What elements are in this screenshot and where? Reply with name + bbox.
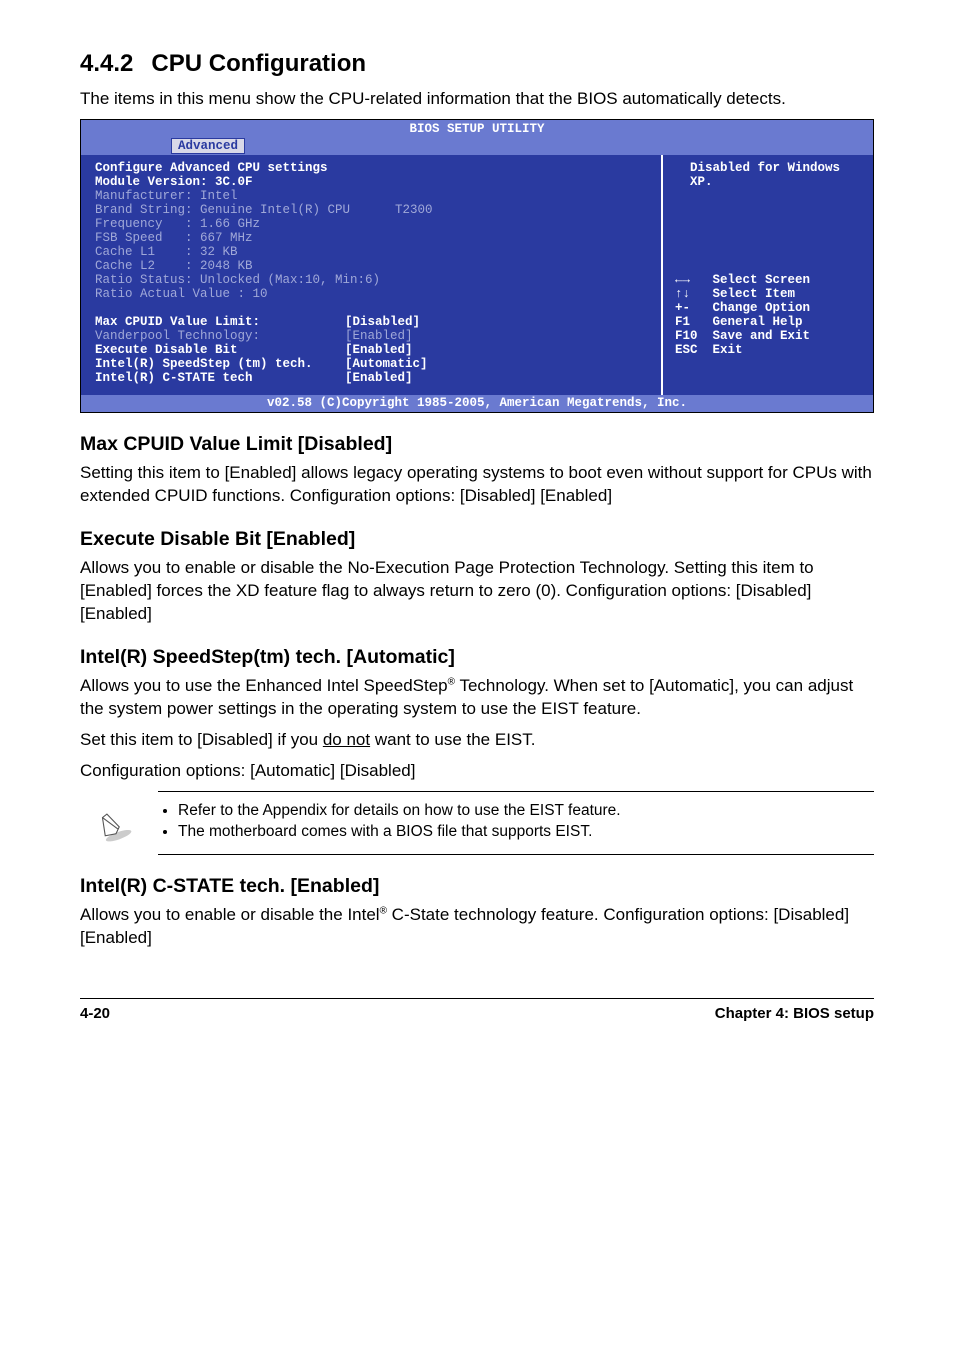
- note-list: Refer to the Appendix for details on how…: [158, 802, 621, 844]
- subsection-cpuid-title: Max CPUID Value Limit [Disabled]: [80, 433, 874, 456]
- bios-row-label: Vanderpool Technology:: [95, 329, 345, 343]
- bios-right-pane: Disabled for Windows XP. ←→ Select Scree…: [663, 155, 873, 395]
- bios-left-pane: Configure Advanced CPU settings Module V…: [81, 155, 663, 395]
- do-not-emphasis: do not: [323, 730, 370, 749]
- page-number: 4-20: [80, 1005, 110, 1022]
- bios-row-speedstep[interactable]: Intel(R) SpeedStep (tm) tech.[Automatic]: [95, 357, 651, 371]
- bios-grey-6: Ratio Status: Unlocked (Max:10, Min:6): [95, 273, 380, 287]
- bios-grey-7: Ratio Actual Value : 10: [95, 287, 268, 301]
- bios-row-label: Execute Disable Bit: [95, 343, 345, 357]
- subsection-speedstep-p3: Configuration options: [Automatic] [Disa…: [80, 760, 874, 783]
- subsection-cstate-title: Intel(R) C-STATE tech. [Enabled]: [80, 875, 874, 898]
- subsection-execute-disable-body: Allows you to enable or disable the No-E…: [80, 557, 874, 626]
- bios-row-cpuid[interactable]: Max CPUID Value Limit:[Disabled]: [95, 315, 651, 329]
- bios-row-execute-disable[interactable]: Execute Disable Bit[Enabled]: [95, 343, 651, 357]
- bios-row-cstate[interactable]: Intel(R) C-STATE tech[Enabled]: [95, 371, 651, 385]
- bios-nav-general-help: F1 General Help: [675, 315, 803, 329]
- subsection-speedstep-p2: Set this item to [Disabled] if you do no…: [80, 729, 874, 752]
- bios-nav-exit: ESC Exit: [675, 343, 743, 357]
- bios-header: BIOS SETUP UTILITY Advanced: [81, 120, 873, 156]
- bios-grey-3: FSB Speed : 667 MHz: [95, 231, 253, 245]
- bios-grey-1: Brand String: Genuine Intel(R) CPU T2300: [95, 203, 433, 217]
- page-footer: 4-20 Chapter 4: BIOS setup: [80, 998, 874, 1022]
- bios-header-title: BIOS SETUP UTILITY: [81, 122, 873, 136]
- subsection-speedstep-title: Intel(R) SpeedStep(tm) tech. [Automatic]: [80, 646, 874, 669]
- bios-row-value: [Enabled]: [345, 371, 413, 385]
- subsection-cpuid-body: Setting this item to [Enabled] allows le…: [80, 462, 874, 508]
- bios-nav-save-exit: F10 Save and Exit: [675, 329, 810, 343]
- intro-text: The items in this menu show the CPU-rela…: [80, 88, 874, 111]
- bios-footer: v02.58 (C)Copyright 1985-2005, American …: [81, 395, 873, 412]
- subsection-speedstep-p1: Allows you to use the Enhanced Intel Spe…: [80, 675, 874, 721]
- bios-grey-2: Frequency : 1.66 GHz: [95, 217, 260, 231]
- pencil-icon: [84, 805, 144, 841]
- registered-icon: ®: [448, 676, 455, 687]
- bios-row-value: [Automatic]: [345, 357, 428, 371]
- subsection-cstate-body: Allows you to enable or disable the Inte…: [80, 904, 874, 950]
- bios-nav-change-option: +- Change Option: [675, 301, 810, 315]
- note-box: Refer to the Appendix for details on how…: [158, 791, 874, 855]
- bios-row-vanderpool[interactable]: Vanderpool Technology:[Enabled]: [95, 329, 651, 343]
- bios-grey-0: Manufacturer: Intel: [95, 189, 238, 203]
- section-number: 4.4.2: [80, 50, 133, 77]
- bios-cfg-line1: Configure Advanced CPU settings: [95, 161, 328, 175]
- bios-nav-select-item: ↑↓ Select Item: [675, 287, 795, 301]
- bios-row-label: Intel(R) C-STATE tech: [95, 371, 345, 385]
- chapter-label: Chapter 4: BIOS setup: [715, 1005, 874, 1022]
- subsection-execute-disable-title: Execute Disable Bit [Enabled]: [80, 528, 874, 551]
- bios-row-value: [Enabled]: [345, 343, 413, 357]
- bios-row-label: Intel(R) SpeedStep (tm) tech.: [95, 357, 345, 371]
- bios-help-text: Disabled for Windows XP.: [675, 161, 840, 189]
- registered-icon: ®: [380, 905, 387, 916]
- bios-grey-4: Cache L1 : 32 KB: [95, 245, 238, 259]
- bios-grey-5: Cache L2 : 2048 KB: [95, 259, 253, 273]
- bios-row-label: Max CPUID Value Limit:: [95, 315, 345, 329]
- section-title-text: CPU Configuration: [151, 50, 366, 77]
- note-item-2: The motherboard comes with a BIOS file t…: [178, 823, 621, 841]
- bios-tab-advanced[interactable]: Advanced: [171, 138, 245, 155]
- bios-body: Configure Advanced CPU settings Module V…: [81, 155, 873, 395]
- bios-nav-select-screen: ←→ Select Screen: [675, 273, 810, 287]
- bios-panel: BIOS SETUP UTILITY Advanced Configure Ad…: [80, 119, 874, 414]
- bios-row-value: [Disabled]: [345, 315, 420, 329]
- section-heading: 4.4.2 CPU Configuration: [80, 50, 874, 78]
- bios-row-value: [Enabled]: [345, 329, 413, 343]
- bios-cfg-line2: Module Version: 3C.0F: [95, 175, 253, 189]
- note-item-1: Refer to the Appendix for details on how…: [178, 802, 621, 820]
